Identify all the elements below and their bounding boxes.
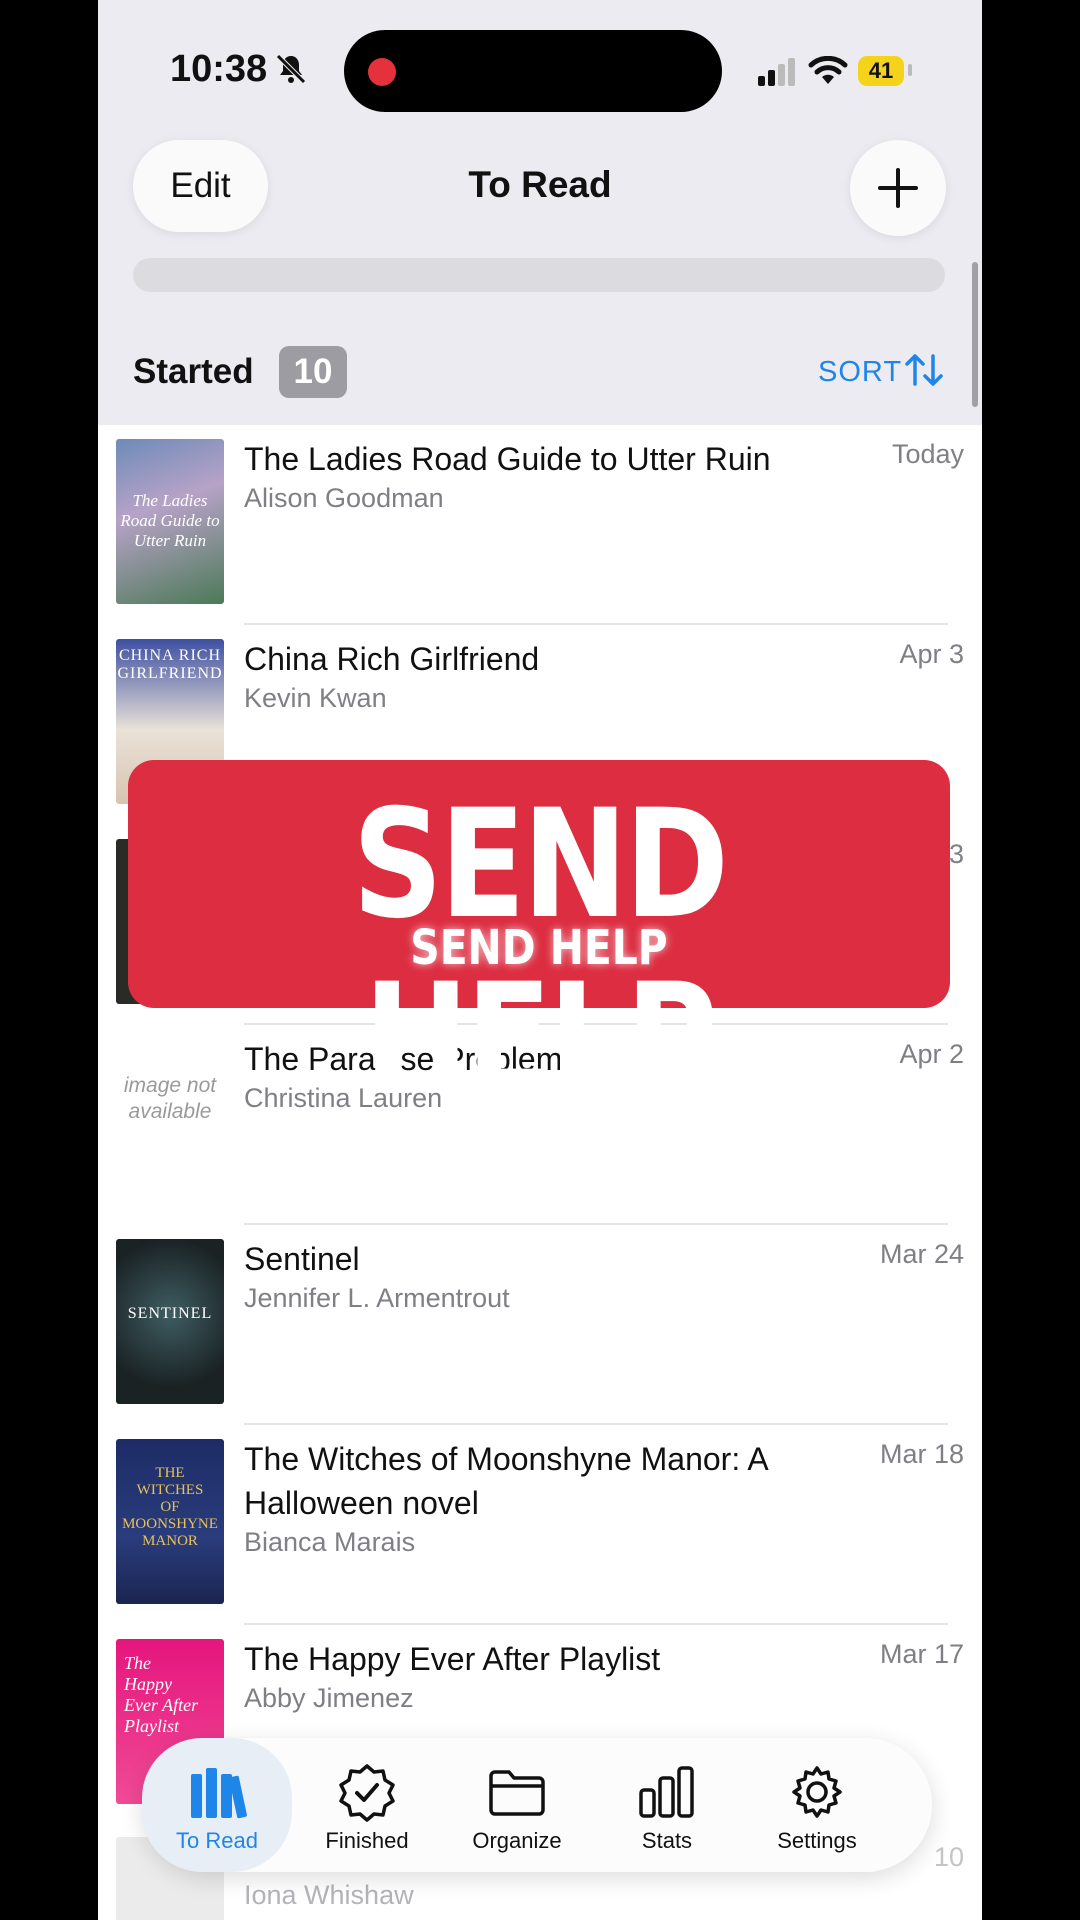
status-bar: 10:38 41: [98, 0, 982, 140]
gear-icon: [792, 1766, 842, 1818]
book-title: The Ladies Road Guide to Utter Ruin: [244, 441, 771, 477]
book-title: China Rich Girlfriend: [244, 641, 540, 677]
status-time: 10:38: [170, 48, 268, 90]
count-badge: 10: [279, 346, 347, 398]
app-screen: 10:38 41 Edit To Read Started 10 SORT Th…: [98, 0, 982, 1920]
book-date: 3: [948, 839, 964, 869]
tab-organize[interactable]: Organize: [442, 1738, 592, 1872]
recording-indicator-icon: [368, 58, 396, 86]
section-title: Started: [133, 352, 254, 391]
tab-stats[interactable]: Stats: [592, 1738, 742, 1872]
cellular-signal-icon: [758, 58, 795, 86]
book-row[interactable]: SENTINEL Sentinel Jennifer L. Armentrout…: [98, 1225, 982, 1425]
book-date: Mar 18: [879, 1439, 964, 1469]
book-row[interactable]: The Ladies Road Guide to Utter Ruin The La…: [98, 425, 982, 625]
checkmark-seal-icon: [339, 1764, 395, 1822]
book-date: Apr 2: [899, 1039, 964, 1069]
tab-bar: To Read Finished Organize Stats Settings: [142, 1738, 932, 1872]
tab-finished[interactable]: Finished: [292, 1738, 442, 1872]
book-title: Sentinel: [244, 1241, 360, 1277]
book-author: Kevin Kwan: [244, 683, 387, 713]
book-date: Apr 3: [899, 639, 964, 669]
book-author: Alison Goodman: [244, 483, 444, 513]
wifi-icon: [808, 56, 848, 84]
sort-button[interactable]: SORT: [818, 356, 902, 389]
book-title: The Happy Ever After Playlist: [244, 1641, 661, 1677]
battery-indicator: 41: [858, 56, 904, 86]
books-icon: [191, 1768, 247, 1819]
search-bar[interactable]: [133, 258, 945, 292]
book-date: 10: [933, 1842, 964, 1872]
book-author: Bianca Marais: [244, 1527, 416, 1557]
book-cover: SENTINEL: [116, 1239, 224, 1404]
tab-label: Settings: [777, 1828, 857, 1853]
book-date: Mar 24: [879, 1239, 964, 1269]
bar-chart-icon: [639, 1766, 694, 1818]
tab-label: To Read: [176, 1828, 258, 1853]
navigation-header: Edit To Read Started 10 SORT: [98, 140, 982, 430]
folder-icon: [489, 1770, 545, 1816]
book-row[interactable]: THE WITCHES OF MOONSHYNE MANOR The Witches o…: [98, 1425, 982, 1625]
book-author: Jennifer L. Armentrout: [244, 1283, 510, 1313]
book-date: Today: [891, 439, 964, 469]
book-list: The Ladies Road Guide to Utter Ruin The La…: [98, 425, 982, 1920]
book-title: The Witches of Moonshyne Manor: A Hallow…: [244, 1441, 767, 1521]
overlay-banner: SEND HELP SEND HELP: [128, 760, 950, 1126]
scrollbar[interactable]: [972, 262, 978, 407]
add-book-button[interactable]: [850, 140, 946, 236]
battery-tip: [908, 64, 912, 76]
book-cover: The Ladies Road Guide to Utter Ruin: [116, 439, 224, 604]
tab-label: Finished: [325, 1828, 409, 1853]
book-author: Iona Whishaw: [244, 1880, 414, 1910]
banner-sub-text: SEND HELP: [410, 920, 668, 976]
book-date: Mar 17: [879, 1639, 964, 1669]
tab-label: Stats: [641, 1828, 693, 1853]
tab-settings[interactable]: Settings: [742, 1738, 892, 1872]
bell-muted-icon: [276, 54, 306, 84]
dynamic-island: [344, 30, 722, 112]
tab-to-read[interactable]: To Read: [142, 1738, 292, 1872]
book-cover: THE WITCHES OF MOONSHYNE MANOR: [116, 1439, 224, 1604]
tab-label: Organize: [472, 1828, 562, 1853]
sort-arrows-icon[interactable]: [904, 352, 944, 388]
book-author: Abby Jimenez: [244, 1683, 414, 1713]
